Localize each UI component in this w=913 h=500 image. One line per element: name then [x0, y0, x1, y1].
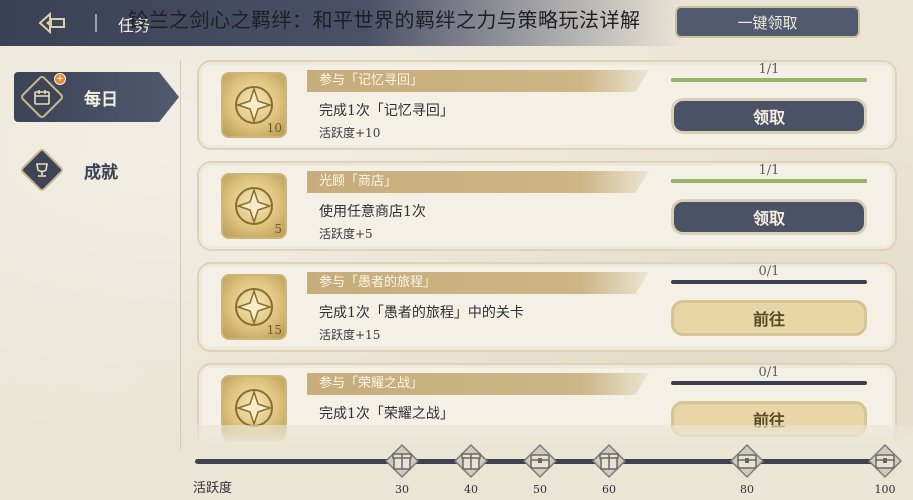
gift-box-icon[interactable] — [589, 442, 629, 480]
milestone-value: 60 — [602, 483, 616, 496]
task-description: 完成1次「愚者的旅程」中的关卡 — [319, 305, 524, 321]
treasure-chest-icon[interactable] — [520, 442, 560, 480]
task-tag: 参与「愚者的旅程」 — [307, 272, 649, 294]
milestone-value: 50 — [533, 483, 547, 496]
milestone-value: 80 — [740, 483, 754, 496]
task-progress-text: 1/1 — [758, 62, 780, 77]
claim-button[interactable]: 领取 — [671, 199, 867, 235]
task-reward: 活跃度+15 — [319, 328, 381, 342]
nav-divider — [180, 60, 181, 450]
task-progress-text: 0/1 — [758, 264, 780, 279]
task-progress-text: 1/1 — [758, 163, 780, 178]
milestone-value: 100 — [874, 483, 896, 496]
calendar-icon: + — [19, 73, 66, 120]
activity-label: 活跃度 — [193, 481, 233, 496]
task-points: 15 — [266, 323, 282, 337]
nav-label-achievements: 成就 — [84, 162, 118, 183]
emblem-icon: 5 — [221, 173, 287, 239]
task-progress-text: 0/1 — [758, 365, 780, 380]
task-reward: 活跃度+10 — [319, 126, 381, 140]
emblem-icon: 10 — [221, 72, 287, 138]
topbar-divider — [95, 14, 97, 32]
gift-box-icon[interactable] — [451, 442, 491, 480]
task-tag: 参与「荣耀之战」 — [307, 373, 649, 395]
task-progress-bar — [671, 381, 867, 385]
milestone-value: 40 — [464, 483, 478, 496]
claim-all-button[interactable]: 一键领取 — [675, 6, 860, 38]
nav-tab-daily[interactable]: + 每日 — [14, 72, 179, 122]
task-progress-bar — [671, 78, 867, 82]
task-card: 10 参与「记忆寻回」 完成1次「记忆寻回」 活跃度+10 1/1 领取 — [197, 60, 897, 150]
article-title-overlay: 铃兰之剑心之羁绊：和平世界的羁绊之力与策略玩法详解 — [128, 8, 641, 32]
task-description: 完成1次「记忆寻回」 — [319, 103, 454, 119]
task-description: 完成1次「荣耀之战」 — [319, 406, 454, 422]
treasure-chest-icon[interactable] — [865, 442, 905, 480]
milestone-value: 30 — [395, 483, 409, 496]
task-card: 15 参与「愚者的旅程」 完成1次「愚者的旅程」中的关卡 活跃度+15 0/1 … — [197, 262, 897, 352]
trophy-icon — [19, 147, 65, 193]
task-progress-bar — [671, 179, 867, 183]
task-points: 5 — [274, 222, 282, 236]
task-tag: 参与「记忆寻回」 — [307, 70, 649, 92]
task-progress-bar — [671, 280, 867, 284]
gift-box-icon[interactable] — [382, 442, 422, 480]
nav-label-daily: 每日 — [84, 89, 118, 110]
back-arrow-icon — [38, 11, 65, 35]
task-description: 使用任意商店1次 — [319, 204, 426, 220]
go-button[interactable]: 前往 — [671, 300, 867, 336]
claim-button[interactable]: 领取 — [671, 98, 867, 134]
nav-tab-achievements[interactable]: 成就 — [14, 145, 179, 195]
task-card: 5 光顾「商店」 使用任意商店1次 活跃度+5 1/1 领取 — [197, 161, 897, 251]
notification-badge: + — [54, 73, 66, 85]
emblem-icon: 15 — [221, 274, 287, 340]
task-reward: 活跃度+5 — [319, 227, 373, 241]
task-points: 10 — [266, 121, 282, 135]
back-button[interactable] — [34, 8, 70, 38]
task-tag: 光顾「商店」 — [307, 171, 649, 193]
treasure-chest-icon[interactable] — [727, 442, 767, 480]
